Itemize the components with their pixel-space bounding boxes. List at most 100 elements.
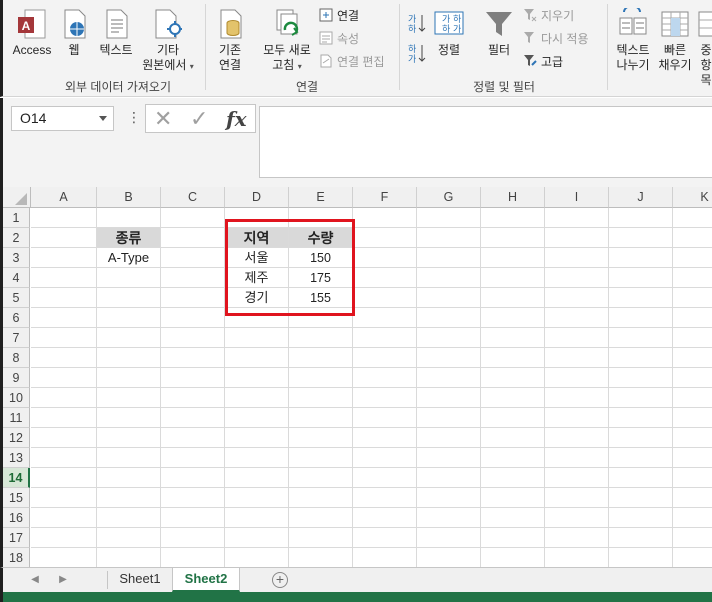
name-box[interactable]: O14 [11, 106, 114, 131]
row-header-15[interactable]: 15 [3, 488, 30, 508]
column-header-e[interactable]: E [289, 187, 353, 208]
row-header-3[interactable]: 3 [3, 248, 30, 268]
access-icon: A [18, 9, 46, 39]
select-all-corner[interactable] [3, 187, 31, 208]
text-to-columns-button[interactable]: 텍스트 나누기 [611, 8, 655, 73]
svg-text:가: 가 [408, 14, 416, 25]
ribbon: A Access 웹 텍스트 기타 원본에서 ▾ 외부 데이터 가져오기 기존 … [0, 0, 712, 97]
from-text-button[interactable]: 텍스트 [95, 8, 137, 58]
sheet-tab-bar: ◀ ▶ Sheet1 Sheet2 + [0, 567, 712, 592]
filter-button[interactable]: 필터 [481, 8, 517, 58]
column-header-g[interactable]: G [417, 187, 481, 208]
refresh-all-label-2: 고침 [272, 58, 295, 72]
tab-sheet2[interactable]: Sheet2 [172, 568, 240, 592]
enter-icon[interactable]: ✓ [190, 106, 208, 132]
group-label-get-external: 외부 데이터 가져오기 [64, 80, 172, 94]
column-header-b[interactable]: B [97, 187, 161, 208]
column-header-a[interactable]: A [31, 187, 97, 208]
row-header-1[interactable]: 1 [3, 208, 30, 228]
advanced-filter-label: 고급 [541, 55, 564, 69]
row-header-9[interactable]: 9 [3, 368, 30, 388]
chevron-down-icon: ▾ [189, 62, 194, 71]
remove-duplicates-label-1: 중 [700, 43, 712, 57]
properties-icon [319, 31, 333, 45]
text-to-columns-label-1: 텍스트 [616, 43, 650, 57]
row-header-13[interactable]: 13 [3, 448, 30, 468]
reapply-button[interactable]: 다시 적용 [523, 30, 589, 48]
edit-links-button[interactable]: 연결 편집 [319, 53, 385, 71]
other-sources-button[interactable]: 기타 원본에서 ▾ [137, 8, 199, 74]
flash-fill-button[interactable]: 빠른 채우기 [655, 8, 695, 73]
sort-button[interactable]: 가 하 하 가 정렬 [433, 8, 465, 58]
svg-text:가: 가 [408, 54, 416, 64]
existing-connections-button[interactable]: 기존 연결 [211, 8, 249, 73]
refresh-icon [276, 9, 299, 36]
properties-button[interactable]: 속성 [319, 30, 359, 48]
svg-text:하: 하 [408, 44, 417, 55]
svg-text:하: 하 [408, 24, 417, 34]
cancel-icon[interactable]: ✕ [154, 106, 172, 132]
svg-text:가: 가 [442, 14, 450, 25]
add-sheet-button[interactable]: + [272, 572, 288, 588]
row-header-2[interactable]: 2 [3, 228, 30, 248]
sort-ascending-button[interactable]: 가하 [407, 12, 427, 35]
formula-buttons: ✕ ✓ fx [145, 104, 256, 133]
text-to-columns-icon [619, 8, 647, 35]
name-box-value: O14 [20, 110, 47, 126]
highlight-box [225, 219, 355, 316]
row-header-11[interactable]: 11 [3, 408, 30, 428]
more-options-icon[interactable]: ⋮ [127, 110, 141, 124]
column-header-i[interactable]: I [545, 187, 609, 208]
tab-sheet1[interactable]: Sheet1 [108, 568, 172, 592]
remove-duplicates-icon [698, 11, 712, 37]
column-header-h[interactable]: H [481, 187, 545, 208]
gridline-horizontal [31, 407, 712, 408]
gridline-horizontal [31, 367, 712, 368]
insert-function-icon[interactable]: fx [226, 107, 247, 131]
gridline-horizontal [31, 547, 712, 548]
gridline-horizontal [31, 307, 712, 308]
chevron-down-icon[interactable] [99, 116, 107, 121]
row-header-6[interactable]: 6 [3, 308, 30, 328]
sort-descending-button[interactable]: 하가 [407, 42, 427, 65]
row-header-5[interactable]: 5 [3, 288, 30, 308]
row-header-4[interactable]: 4 [3, 268, 30, 288]
cell-b2[interactable]: 종류 [97, 228, 160, 247]
column-header-d[interactable]: D [225, 187, 289, 208]
row-header-12[interactable]: 12 [3, 428, 30, 448]
sort-label: 정렬 [437, 43, 461, 57]
column-header-f[interactable]: F [353, 187, 417, 208]
sort-icon: 가 하 하 가 [434, 11, 464, 35]
column-header-k[interactable]: K [673, 187, 712, 208]
row-header-8[interactable]: 8 [3, 348, 30, 368]
clear-filter-button[interactable]: 지우기 [523, 7, 574, 25]
group-separator [399, 4, 400, 90]
advanced-filter-button[interactable]: 고급 [523, 53, 563, 71]
web-label: 웹 [68, 43, 80, 57]
remove-duplicates-button[interactable]: 중 항목 [697, 8, 712, 88]
edit-links-label: 연결 편집 [337, 55, 385, 69]
next-sheet-icon[interactable]: ▶ [57, 573, 69, 587]
row-header-10[interactable]: 10 [3, 388, 30, 408]
group-label-sort-filter: 정렬 및 필터 [473, 80, 535, 94]
prev-sheet-icon[interactable]: ◀ [29, 573, 41, 587]
cell-b3[interactable]: A-Type [97, 248, 160, 268]
existing-connections-label-2: 연결 [218, 58, 242, 72]
access-button[interactable]: A Access [11, 8, 53, 58]
row-header-18[interactable]: 18 [3, 548, 30, 567]
row-header-17[interactable]: 17 [3, 528, 30, 548]
connections-button[interactable]: 연결 [319, 7, 359, 25]
row-header-16[interactable]: 16 [3, 508, 30, 528]
column-header-j[interactable]: J [609, 187, 673, 208]
gridline-horizontal [31, 467, 712, 468]
spreadsheet-grid: ABCDEFGHIJK 1 2 3 4 5 6 7 8 9 10 11 12 13 14 15 16 17 18 … [0, 187, 712, 567]
row-header-14[interactable]: 14 [3, 468, 30, 488]
formula-input[interactable] [259, 106, 712, 178]
svg-text:가: 가 [453, 24, 461, 35]
web-button[interactable]: 웹 [59, 8, 89, 58]
properties-label: 속성 [337, 32, 360, 46]
refresh-all-button[interactable]: 모두 새로 고침 ▾ [257, 8, 317, 74]
svg-text:하: 하 [442, 24, 451, 35]
column-header-c[interactable]: C [161, 187, 225, 208]
row-header-7[interactable]: 7 [3, 328, 30, 348]
